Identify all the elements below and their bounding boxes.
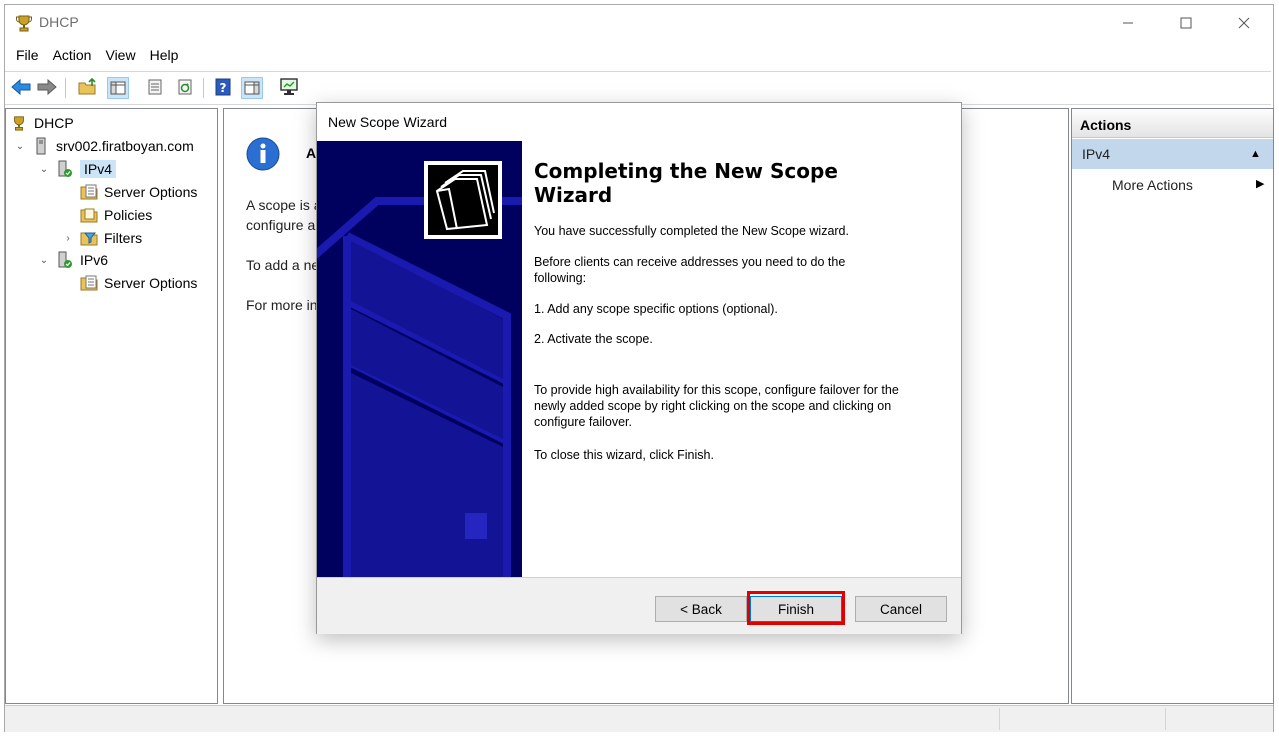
actions-group-ipv4[interactable]: IPv4 ▲ <box>1072 139 1273 169</box>
filters-icon <box>80 229 98 247</box>
help-button[interactable]: ? <box>213 77 233 97</box>
info-icon <box>246 137 280 171</box>
dhcp-trophy-icon <box>15 14 33 32</box>
tree-item-server[interactable]: ⌄ srv002.firatboyan.com <box>14 135 194 157</box>
minimize-icon <box>1123 22 1133 24</box>
wizard-paragraph: Before clients can receive addresses you… <box>534 255 846 285</box>
back-button[interactable]: < Back <box>655 596 747 622</box>
status-bar <box>5 705 1273 732</box>
tree-item-policies[interactable]: Policies <box>80 204 152 226</box>
folders-icon <box>424 161 502 239</box>
actions-title: Actions <box>1080 117 1132 133</box>
tree-label: Server Options <box>104 275 198 291</box>
submenu-arrow-icon: ▶ <box>1256 178 1265 190</box>
results-heading: A <box>306 145 317 161</box>
ipv6-node-icon <box>56 251 74 269</box>
help-icon: ? <box>215 78 231 96</box>
status-cell <box>999 708 1164 730</box>
window-title: DHCP <box>39 14 79 30</box>
refresh-icon <box>178 79 192 95</box>
tree-label: DHCP <box>34 115 74 131</box>
toolbar-separator <box>203 78 204 98</box>
tree-label: Policies <box>104 207 153 223</box>
tree-label: srv002.firatboyan.com <box>56 138 194 154</box>
policies-icon <box>80 206 98 224</box>
properties-icon <box>148 79 162 95</box>
menu-view[interactable]: View <box>98 45 142 67</box>
wizard-paragraph: 2. Activate the scope. <box>534 332 653 346</box>
dhcp-trophy-icon <box>10 114 28 132</box>
display-statistics-button[interactable] <box>279 77 299 97</box>
results-text: To add a ne <box>246 257 320 273</box>
wizard-heading: Completing the New Scope Wizard <box>534 159 838 207</box>
tree-item-dhcp[interactable]: DHCP <box>10 112 74 134</box>
up-one-level-button[interactable] <box>77 77 97 97</box>
forward-button[interactable] <box>37 77 57 97</box>
chevron-down-icon[interactable]: ⌄ <box>14 141 26 152</box>
console-tree: DHCP ⌄ srv002.firatboyan.com ⌄ IPv4 Serv… <box>5 108 218 704</box>
wizard-paragraph: You have successfully completed the New … <box>534 224 849 238</box>
monitor-icon <box>280 78 298 95</box>
results-text: A scope is a <box>246 197 322 213</box>
server-options-icon <box>80 183 98 201</box>
chevron-down-icon[interactable]: ⌄ <box>38 164 50 175</box>
show-hide-tree-icon <box>110 81 126 95</box>
cancel-button[interactable]: Cancel <box>855 596 947 622</box>
chevron-right-icon[interactable]: › <box>62 233 74 244</box>
chevron-down-icon[interactable]: ⌄ <box>38 255 50 266</box>
more-actions-label: More Actions <box>1112 177 1193 193</box>
tree-item-ipv4[interactable]: ⌄ IPv4 <box>38 158 117 180</box>
menu-help[interactable]: Help <box>143 45 186 67</box>
results-text: configure a <box>246 217 316 233</box>
show-hide-action-pane-button[interactable] <box>241 77 263 99</box>
wizard-paragraph: To provide high availability for this sc… <box>534 383 899 429</box>
server-icon <box>32 137 50 155</box>
server-options-icon <box>80 274 98 292</box>
wizard-paragraph: To close this wizard, click Finish. <box>534 448 714 462</box>
status-cell <box>1165 708 1266 730</box>
menu-action[interactable]: Action <box>46 45 99 67</box>
forward-arrow-icon <box>37 79 57 95</box>
tree-label: Server Options <box>104 184 198 200</box>
actions-pane: Actions IPv4 ▲ More Actions ▶ <box>1071 108 1274 704</box>
finish-button[interactable]: Finish <box>750 596 842 622</box>
wizard-paragraph: 1. Add any scope specific options (optio… <box>534 302 778 316</box>
tree-item-ipv6[interactable]: ⌄ IPv6 <box>38 249 108 271</box>
show-hide-action-pane-icon <box>244 81 260 95</box>
toolbar: ? <box>5 71 1271 105</box>
tree-item-filters[interactable]: › Filters <box>62 227 142 249</box>
wizard-button-bar: < Back Finish Cancel <box>317 577 961 634</box>
tree-label: IPv4 <box>80 160 117 178</box>
more-actions-item[interactable]: More Actions ▶ <box>1072 173 1273 197</box>
tree-item-ipv4-server-options[interactable]: Server Options <box>80 181 197 203</box>
actions-header: Actions <box>1072 109 1273 138</box>
results-text: For more in <box>246 297 318 313</box>
properties-button[interactable] <box>145 77 165 97</box>
tree-label: Filters <box>104 230 143 246</box>
show-hide-tree-button[interactable] <box>107 77 129 99</box>
collapse-triangle-icon[interactable]: ▲ <box>1250 148 1261 160</box>
title-bar: DHCP <box>5 5 1273 43</box>
close-button[interactable] <box>1215 5 1273 41</box>
menu-file[interactable]: File <box>5 45 46 67</box>
toolbar-separator <box>65 78 66 98</box>
refresh-button[interactable] <box>175 77 195 97</box>
maximize-icon <box>1180 17 1192 29</box>
wizard-title: New Scope Wizard <box>328 114 448 130</box>
minimize-button[interactable] <box>1099 5 1157 41</box>
wizard-banner-image <box>317 141 522 577</box>
maximize-button[interactable] <box>1157 5 1215 41</box>
tree-item-ipv6-server-options[interactable]: Server Options <box>80 272 197 294</box>
actions-group-label: IPv4 <box>1082 146 1111 162</box>
up-folder-icon <box>78 78 96 95</box>
back-arrow-icon <box>11 79 31 95</box>
new-scope-wizard-dialog: New Scope Wizard Completing the New Scop… <box>316 102 962 634</box>
close-icon <box>1238 17 1250 29</box>
tree-label: IPv6 <box>80 252 109 268</box>
menu-bar: File Action View Help <box>5 45 185 67</box>
back-button[interactable] <box>11 77 31 97</box>
ipv4-node-icon <box>56 160 74 178</box>
svg-text:?: ? <box>220 81 227 95</box>
